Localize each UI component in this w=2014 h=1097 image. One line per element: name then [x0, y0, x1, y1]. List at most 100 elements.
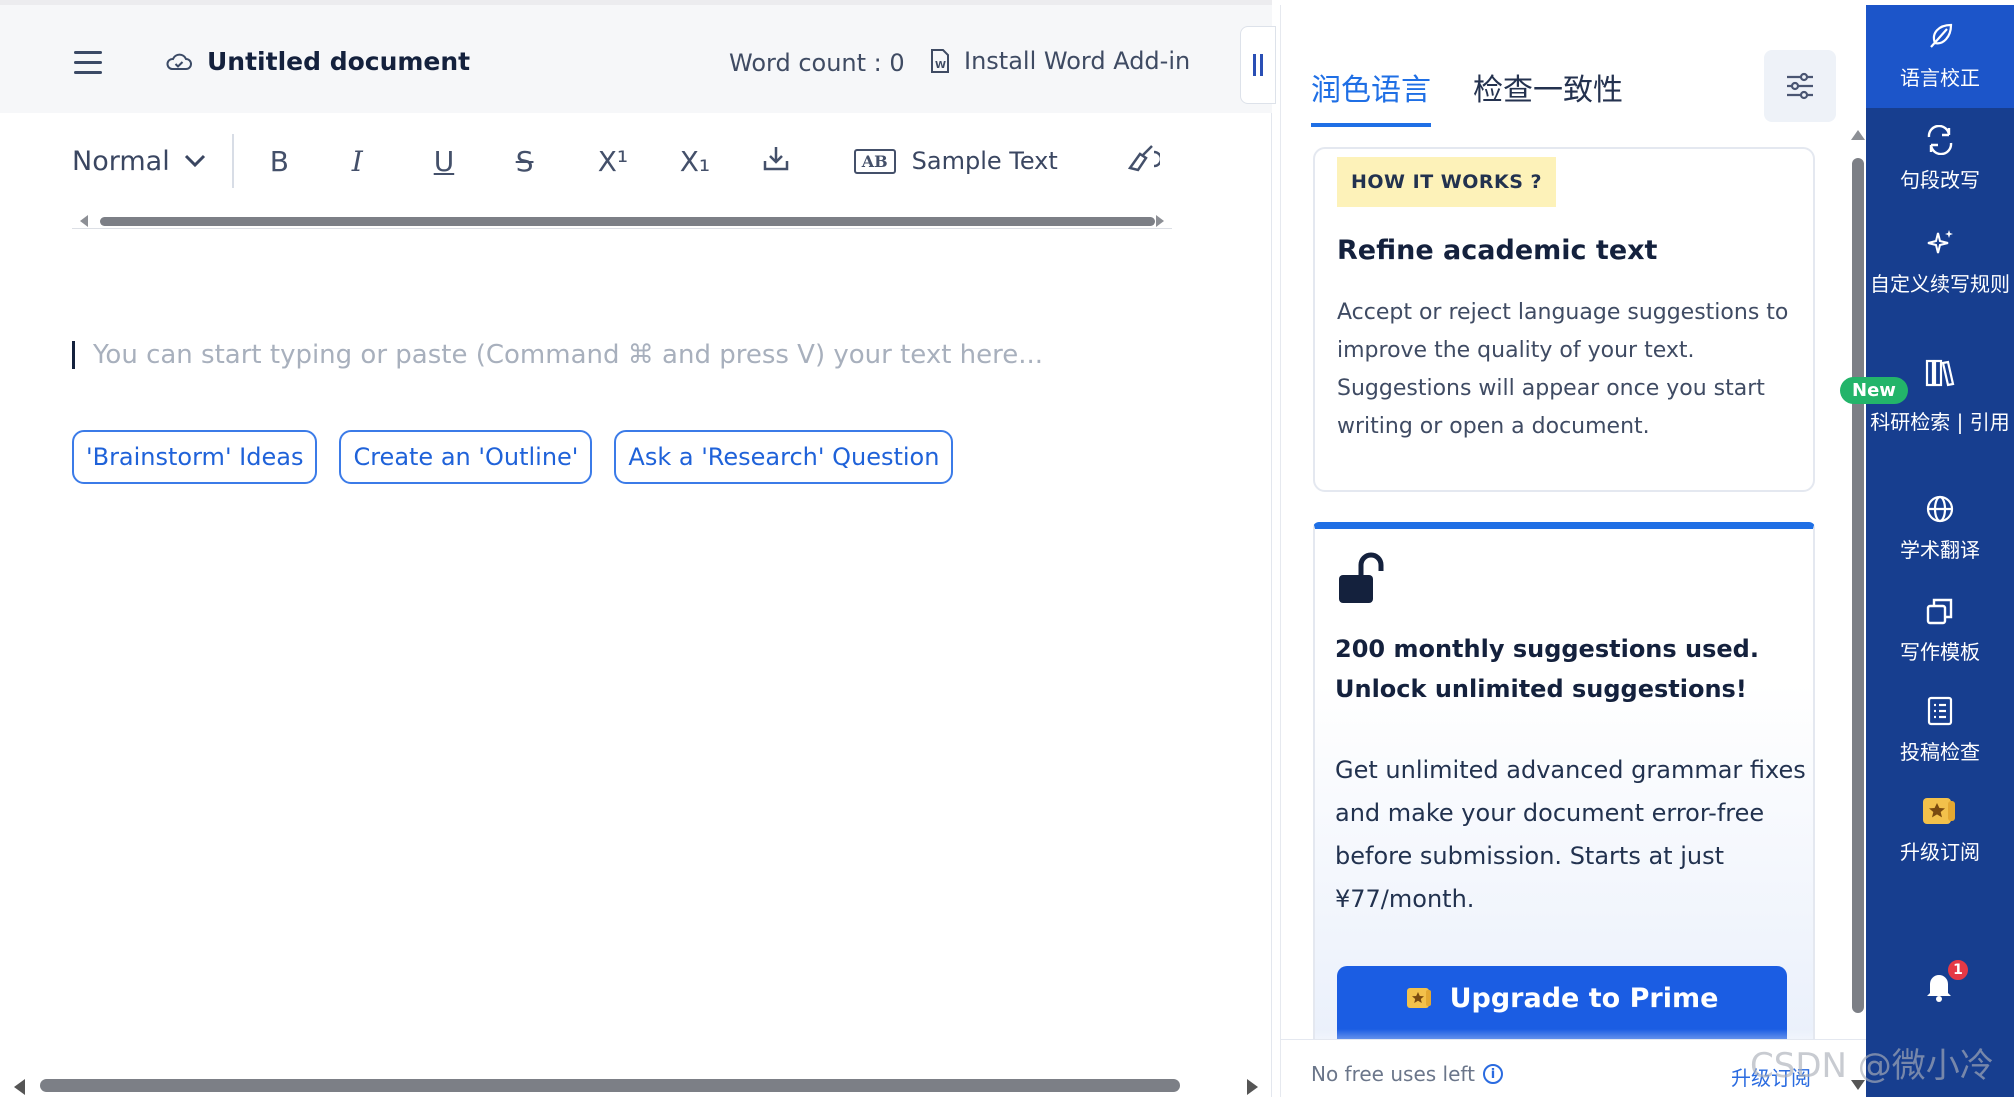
panel-footer: No free uses left i 升级订阅	[1281, 1039, 1867, 1097]
upgrade-card: 200 monthly suggestions used. Unlock unl…	[1313, 522, 1815, 1042]
suggestions-used-text: 200 monthly suggestions used.	[1335, 635, 1759, 663]
checklist-icon	[1927, 696, 1953, 726]
how-it-works-card: HOW IT WORKS ? Refine academic text Acce…	[1313, 147, 1815, 492]
scroll-down-icon[interactable]	[1851, 1080, 1865, 1090]
free-uses-label: No free uses left	[1311, 1062, 1475, 1086]
subscript-button[interactable]: X₁	[680, 145, 762, 178]
nav-writing-templates[interactable]: 写作模板	[1866, 595, 2014, 667]
upgrade-headline: 200 monthly suggestions used. Unlock unl…	[1335, 629, 1805, 709]
word-file-icon: W	[931, 49, 949, 73]
nav-label: 科研检索 | 引用	[1870, 410, 2010, 434]
tab-consistency-check[interactable]: 检查一致性	[1473, 65, 1623, 127]
nav-label: 写作模板	[1900, 640, 1980, 664]
nav-label: 语言校正	[1900, 66, 1980, 90]
editor-placeholder: You can start typing or paste (Command ⌘…	[93, 340, 1044, 370]
card-description: Accept or reject language suggestions to…	[1337, 300, 1789, 439]
tab-polish-language[interactable]: 润色语言	[1311, 65, 1431, 127]
upgrade-subscription-link[interactable]: 升级订阅	[1731, 1062, 1811, 1091]
upgrade-button-label: Upgrade to Prime	[1449, 982, 1719, 1014]
editor-text-area[interactable]: You can start typing or paste (Command ⌘…	[72, 340, 1043, 370]
create-outline-button[interactable]: Create an 'Outline'	[339, 430, 593, 484]
scrollbar-track	[72, 228, 1172, 229]
scroll-left-icon[interactable]	[14, 1079, 25, 1095]
brainstorm-ideas-button[interactable]: 'Brainstorm' Ideas	[72, 430, 318, 484]
scroll-right-icon[interactable]	[1156, 215, 1164, 227]
template-icon	[1926, 598, 1953, 625]
how-it-works-badge: HOW IT WORKS ?	[1337, 157, 1557, 207]
notifications-button[interactable]: 1	[1924, 958, 1970, 1006]
scrollbar-thumb[interactable]	[100, 217, 1155, 226]
nav-research-search[interactable]: New 科研检索 | 引用	[1840, 357, 2014, 437]
unlock-icon	[1339, 552, 1384, 603]
document-title-group: Untitled document	[165, 47, 470, 76]
strikethrough-button[interactable]: S	[516, 145, 598, 178]
nav-label: 自定义续写规则	[1870, 272, 2010, 296]
italic-button[interactable]: I	[352, 145, 434, 178]
rewrite-arrows-icon	[1927, 125, 1953, 155]
bold-button[interactable]: B	[270, 145, 352, 178]
app-root: Untitled document Word count : 0 W Insta…	[0, 0, 2014, 1097]
nav-academic-translation[interactable]: 学术翻译	[1866, 493, 2014, 565]
scroll-left-icon[interactable]	[80, 215, 88, 227]
superscript-button[interactable]: X¹	[598, 145, 680, 178]
word-count: Word count : 0	[729, 49, 905, 77]
globe-icon	[1926, 495, 1954, 523]
suggestion-panel: 润色语言 检查一致性 HOW IT WORKS ? Refine academi…	[1280, 5, 1867, 1097]
toolbar-divider	[231, 134, 234, 188]
star-ticket-icon	[1923, 798, 1955, 824]
nav-label: 升级订阅	[1900, 840, 1980, 864]
nav-label: 学术翻译	[1900, 538, 1980, 562]
nav-upgrade-subscription[interactable]: 升级订阅	[1866, 795, 2014, 867]
menu-icon[interactable]	[74, 51, 102, 74]
star-ticket-icon	[1406, 988, 1431, 1008]
nav-label: 投稿检查	[1900, 740, 1980, 764]
install-addin-label: Install Word Add-in	[964, 47, 1191, 75]
chevron-down-icon	[184, 154, 205, 168]
sample-text-button[interactable]: AB Sample Text	[853, 147, 1058, 175]
scrollbar-thumb[interactable]	[40, 1079, 1180, 1092]
notification-count-badge: 1	[1946, 958, 1970, 982]
underline-button[interactable]: U	[434, 145, 516, 178]
editor-topbar: Untitled document Word count : 0 W Insta…	[0, 0, 1272, 113]
cloud-icon	[166, 53, 192, 70]
panel-settings-button[interactable]	[1764, 50, 1836, 122]
paragraph-style-select[interactable]: Normal	[72, 146, 206, 177]
scroll-right-icon[interactable]	[1247, 1079, 1258, 1095]
scroll-up-icon[interactable]	[1851, 130, 1865, 140]
sample-text-label: Sample Text	[911, 147, 1058, 175]
feather-pen-icon	[1930, 23, 1953, 48]
scrollbar-thumb[interactable]	[1852, 158, 1864, 1013]
collapse-icon	[1253, 54, 1263, 76]
format-toolbar: Normal B I U S X¹ X₁ AB Sample Text	[72, 130, 1172, 192]
download-icon	[763, 146, 788, 170]
install-addin-button[interactable]: W Install Word Add-in	[930, 47, 1190, 75]
upgrade-description: Get unlimited advanced grammar fixes and…	[1335, 756, 1806, 913]
info-icon[interactable]: i	[1482, 1064, 1503, 1084]
editor-horizontal-scrollbar[interactable]	[0, 1076, 1272, 1096]
eraser-icon	[1127, 144, 1163, 171]
sparkle-icon	[1927, 230, 1953, 254]
side-navigation: 语言校正 句段改写 自定义续写规则 New 科研检索 | 引用 学术翻译 写作模…	[1840, 5, 2014, 1097]
editor-pane: Untitled document Word count : 0 W Insta…	[0, 0, 1272, 1097]
card-title: Refine academic text	[1337, 235, 1658, 266]
text-cursor	[72, 341, 75, 369]
panel-collapse-handle[interactable]	[1240, 26, 1276, 104]
nav-submission-check[interactable]: 投稿检查	[1866, 695, 2014, 767]
nav-language-correction[interactable]: 语言校正	[1866, 5, 2014, 108]
free-uses-status: No free uses left i	[1311, 1062, 1503, 1086]
nav-label: 句段改写	[1900, 168, 1980, 192]
sample-text-icon: AB	[853, 148, 896, 174]
document-title[interactable]: Untitled document	[207, 47, 470, 76]
unlock-text: Unlock unlimited suggestions!	[1335, 675, 1747, 703]
research-question-button[interactable]: Ask a 'Research' Question	[614, 430, 954, 484]
ai-prompt-chips: 'Brainstorm' Ideas Create an 'Outline' A…	[72, 430, 954, 484]
sliders-icon	[1787, 72, 1813, 100]
clear-format-button[interactable]	[1126, 144, 1163, 179]
paragraph-style-value: Normal	[72, 145, 170, 177]
panel-tabs: 润色语言 检查一致性	[1311, 65, 1623, 127]
download-button[interactable]	[762, 144, 844, 179]
nav-paragraph-rewrite[interactable]: 句段改写	[1866, 125, 2014, 195]
nav-custom-rules[interactable]: 自定义续写规则	[1866, 227, 2014, 299]
panel-vertical-scrollbar[interactable]	[1850, 130, 1866, 1090]
toolbar-scrollbar[interactable]	[72, 212, 1172, 230]
